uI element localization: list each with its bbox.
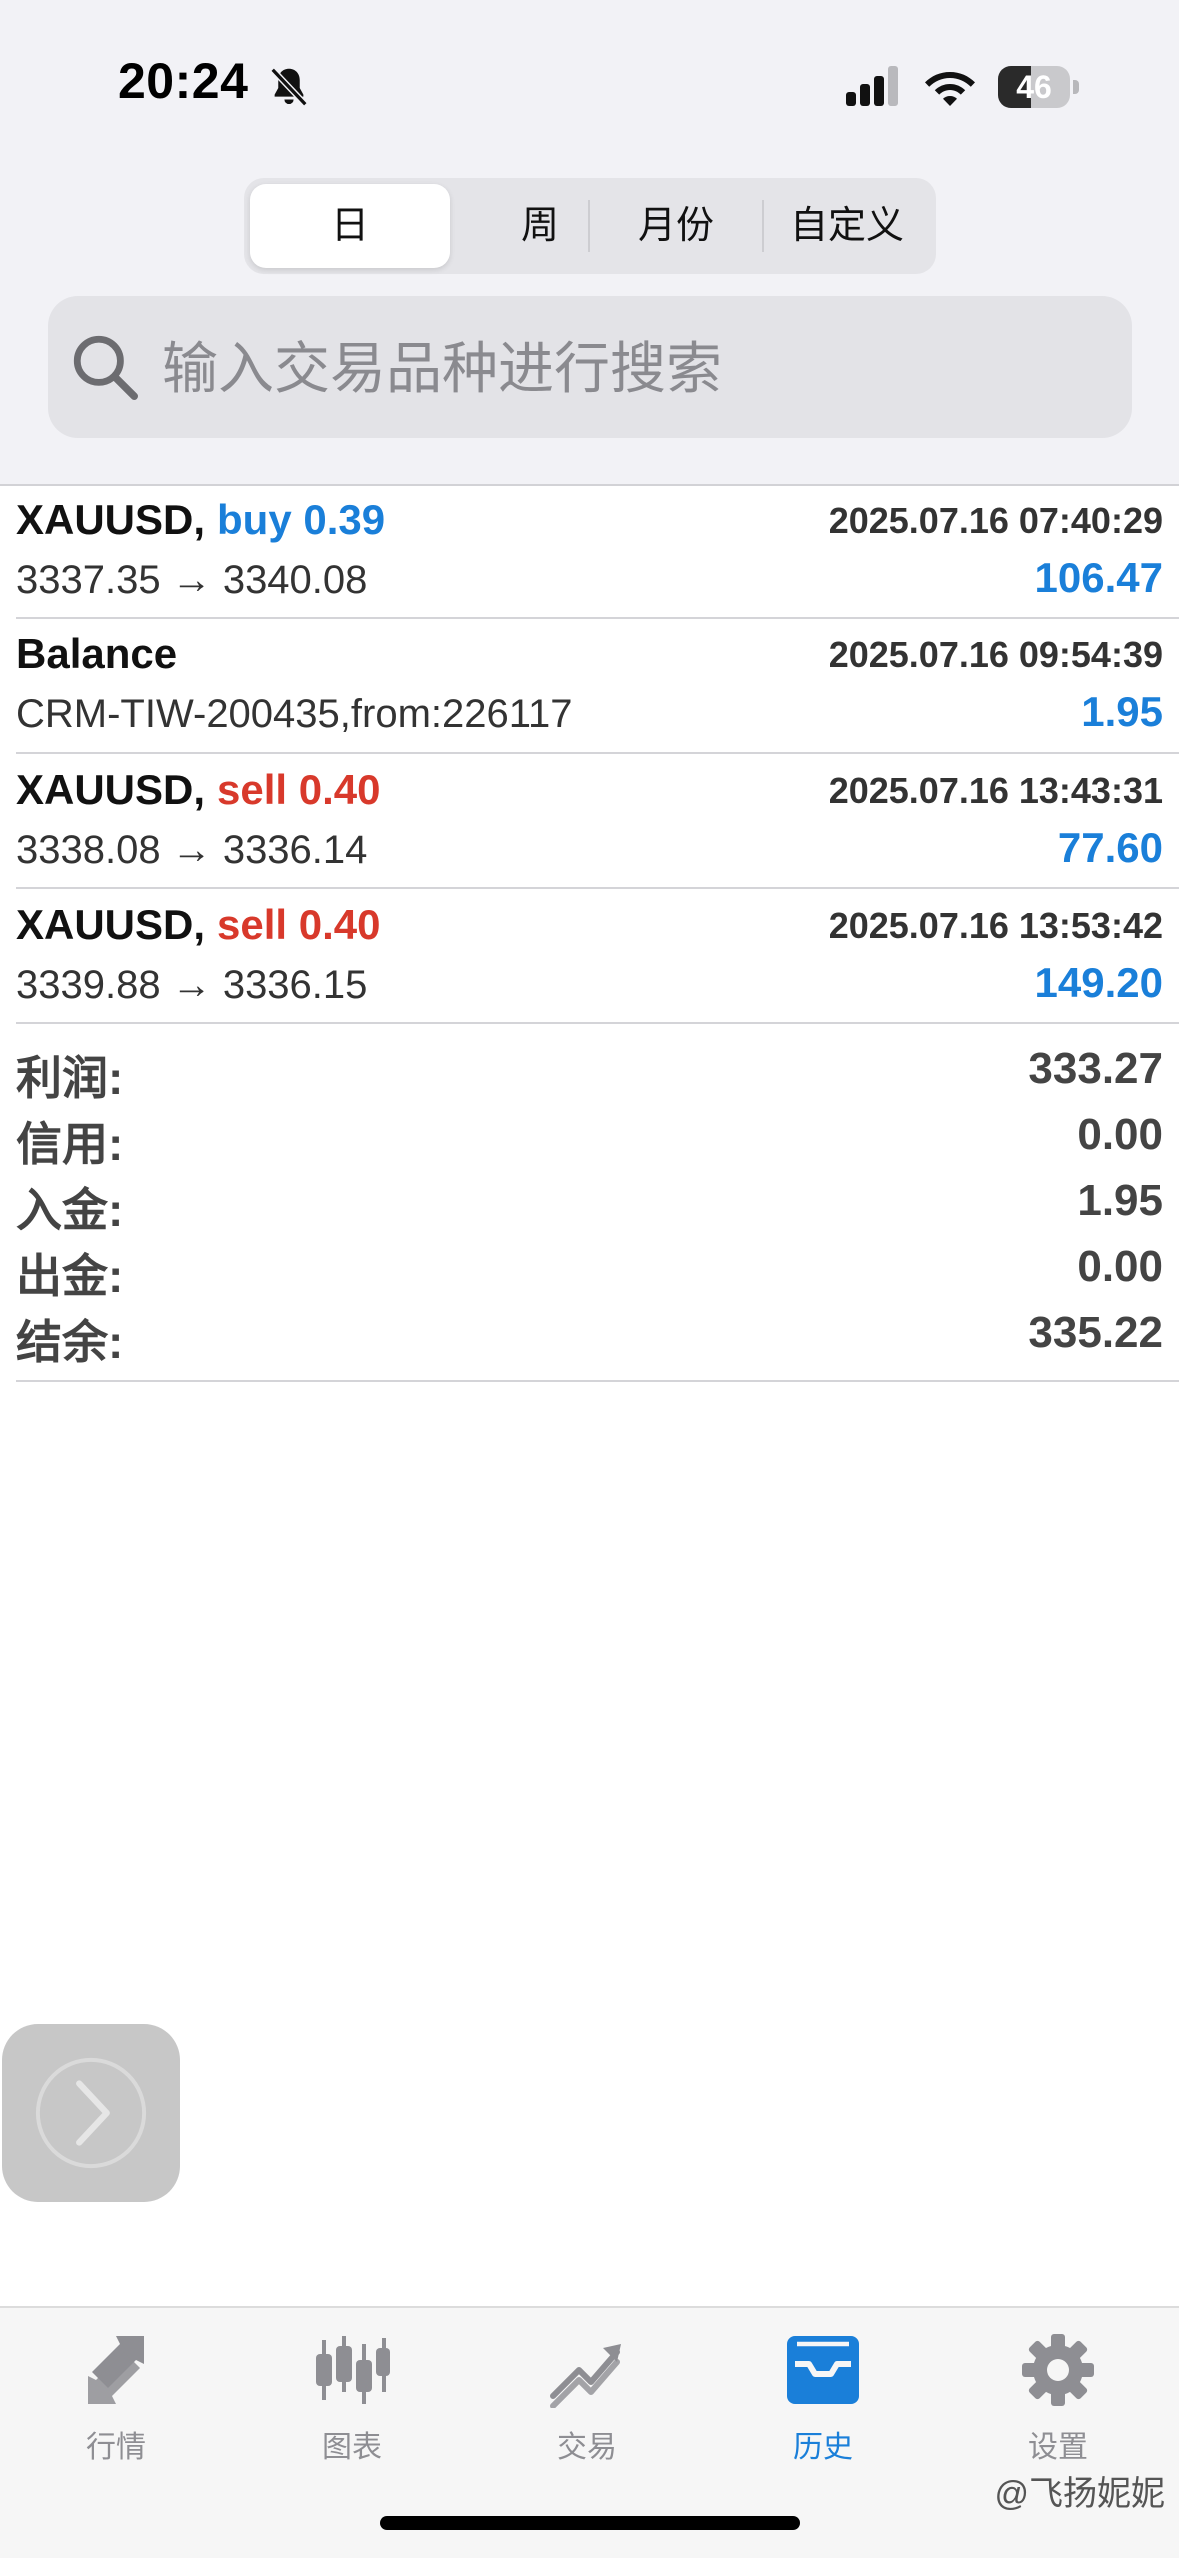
total-label: 利润: (16, 1052, 124, 1104)
header-area: 20:24 46 日 周 月份 自定义 (0, 0, 1179, 486)
history-icon (787, 2336, 859, 2404)
total-row-credit: 信用: 0.00 (0, 1108, 1179, 1174)
deal-row[interactable]: XAUUSD, sell 0.40 2025.07.16 13:53:42 333… (0, 891, 1179, 1025)
deal-date: 2025.07.16 09:54:39 (828, 634, 1163, 675)
deal-direction: buy 0.39 (217, 496, 386, 543)
tab-trade[interactable]: 交易 (497, 2332, 677, 2472)
tab-label: 交易 (557, 2431, 617, 2464)
status-time: 20:24 (118, 53, 249, 109)
battery-indicator: 46 (998, 66, 1080, 108)
search-input[interactable] (160, 316, 1104, 420)
total-row-profit: 利润: 333.27 (0, 1042, 1179, 1108)
deal-row[interactable]: XAUUSD, sell 0.40 2025.07.16 13:43:31 333… (0, 756, 1179, 890)
segment-custom[interactable]: 自定义 (764, 184, 930, 268)
segment-day[interactable]: 日 (250, 184, 450, 268)
battery-percent: 46 (1016, 69, 1052, 105)
chart-icon (316, 2336, 390, 2404)
tab-quotes[interactable]: 行情 (26, 2332, 206, 2472)
deal-symbol: XAUUSD, (16, 766, 206, 813)
total-label: 结余: (16, 1316, 124, 1368)
row-divider (16, 1022, 1179, 1024)
wifi-icon (925, 72, 975, 106)
watermark: @飞扬妮妮 (994, 2475, 1165, 2513)
search-icon (73, 335, 138, 400)
total-value: 0.00 (1077, 1242, 1163, 1291)
deal-profit: 106.47 (1034, 554, 1163, 601)
quotes-icon (88, 2336, 144, 2404)
deal-profit: 149.20 (1034, 959, 1163, 1006)
totals-divider (16, 1380, 1179, 1382)
search-bar[interactable] (48, 296, 1132, 438)
deal-direction: sell 0.40 (217, 766, 381, 813)
total-value: 333.27 (1028, 1044, 1163, 1093)
deal-profit: 77.60 (1057, 824, 1163, 871)
trade-icon (550, 2344, 621, 2408)
gear-icon (1022, 2334, 1094, 2406)
deal-date: 2025.07.16 07:40:29 (828, 500, 1163, 541)
deal-symbol: XAUUSD, (16, 496, 206, 543)
deal-symbol: XAUUSD, (16, 901, 206, 948)
total-row-deposit: 入金: 1.95 (0, 1174, 1179, 1240)
total-value: 0.00 (1077, 1110, 1163, 1159)
deal-symbol: Balance (16, 630, 178, 677)
deal-prices: 3338.08 → 3336.14 (16, 828, 368, 872)
tab-history[interactable]: 历史 (733, 2332, 913, 2472)
home-indicator[interactable] (380, 2516, 800, 2530)
total-value: 335.22 (1028, 1308, 1163, 1357)
tab-chart[interactable]: 图表 (262, 2332, 442, 2472)
tab-label: 历史 (793, 2431, 853, 2464)
deal-row[interactable]: XAUUSD, buy 0.39 2025.07.16 07:40:29 3337… (0, 486, 1179, 620)
chevron-right-icon (35, 2057, 147, 2169)
total-label: 入金: (16, 1184, 124, 1236)
deal-profit: 1.95 (1081, 688, 1163, 735)
deal-direction: sell 0.40 (217, 901, 381, 948)
period-segmented-control: 日 周 月份 自定义 (244, 178, 936, 274)
segment-month[interactable]: 月份 (590, 184, 762, 268)
total-label: 出金: (16, 1250, 124, 1302)
tab-label: 图表 (322, 2431, 382, 2464)
bell-muted-icon (270, 67, 308, 107)
deal-date: 2025.07.16 13:43:31 (828, 770, 1163, 811)
deal-comment: CRM-TIW-200435,from:226117 (16, 692, 573, 736)
total-row-withdrawal: 出金: 0.00 (0, 1240, 1179, 1306)
row-divider (16, 887, 1179, 889)
floating-assistive-button[interactable] (2, 2024, 180, 2202)
total-label: 信用: (16, 1118, 124, 1170)
tab-settings[interactable]: 设置 (968, 2332, 1148, 2472)
tab-label: 设置 (1028, 2431, 1088, 2464)
row-divider (16, 752, 1179, 754)
deal-prices: 3339.88 → 3336.15 (16, 963, 368, 1007)
tab-label: 行情 (86, 2431, 146, 2464)
cellular-signal-icon (846, 66, 898, 106)
total-row-balance: 结余: 335.22 (0, 1306, 1179, 1372)
row-divider (16, 617, 1179, 619)
deal-row[interactable]: Balance 2025.07.16 09:54:39 CRM-TIW-2004… (0, 620, 1179, 754)
deal-prices: 3337.35 → 3340.08 (16, 558, 368, 602)
deal-date: 2025.07.16 13:53:42 (828, 905, 1163, 946)
total-value: 1.95 (1077, 1176, 1163, 1225)
